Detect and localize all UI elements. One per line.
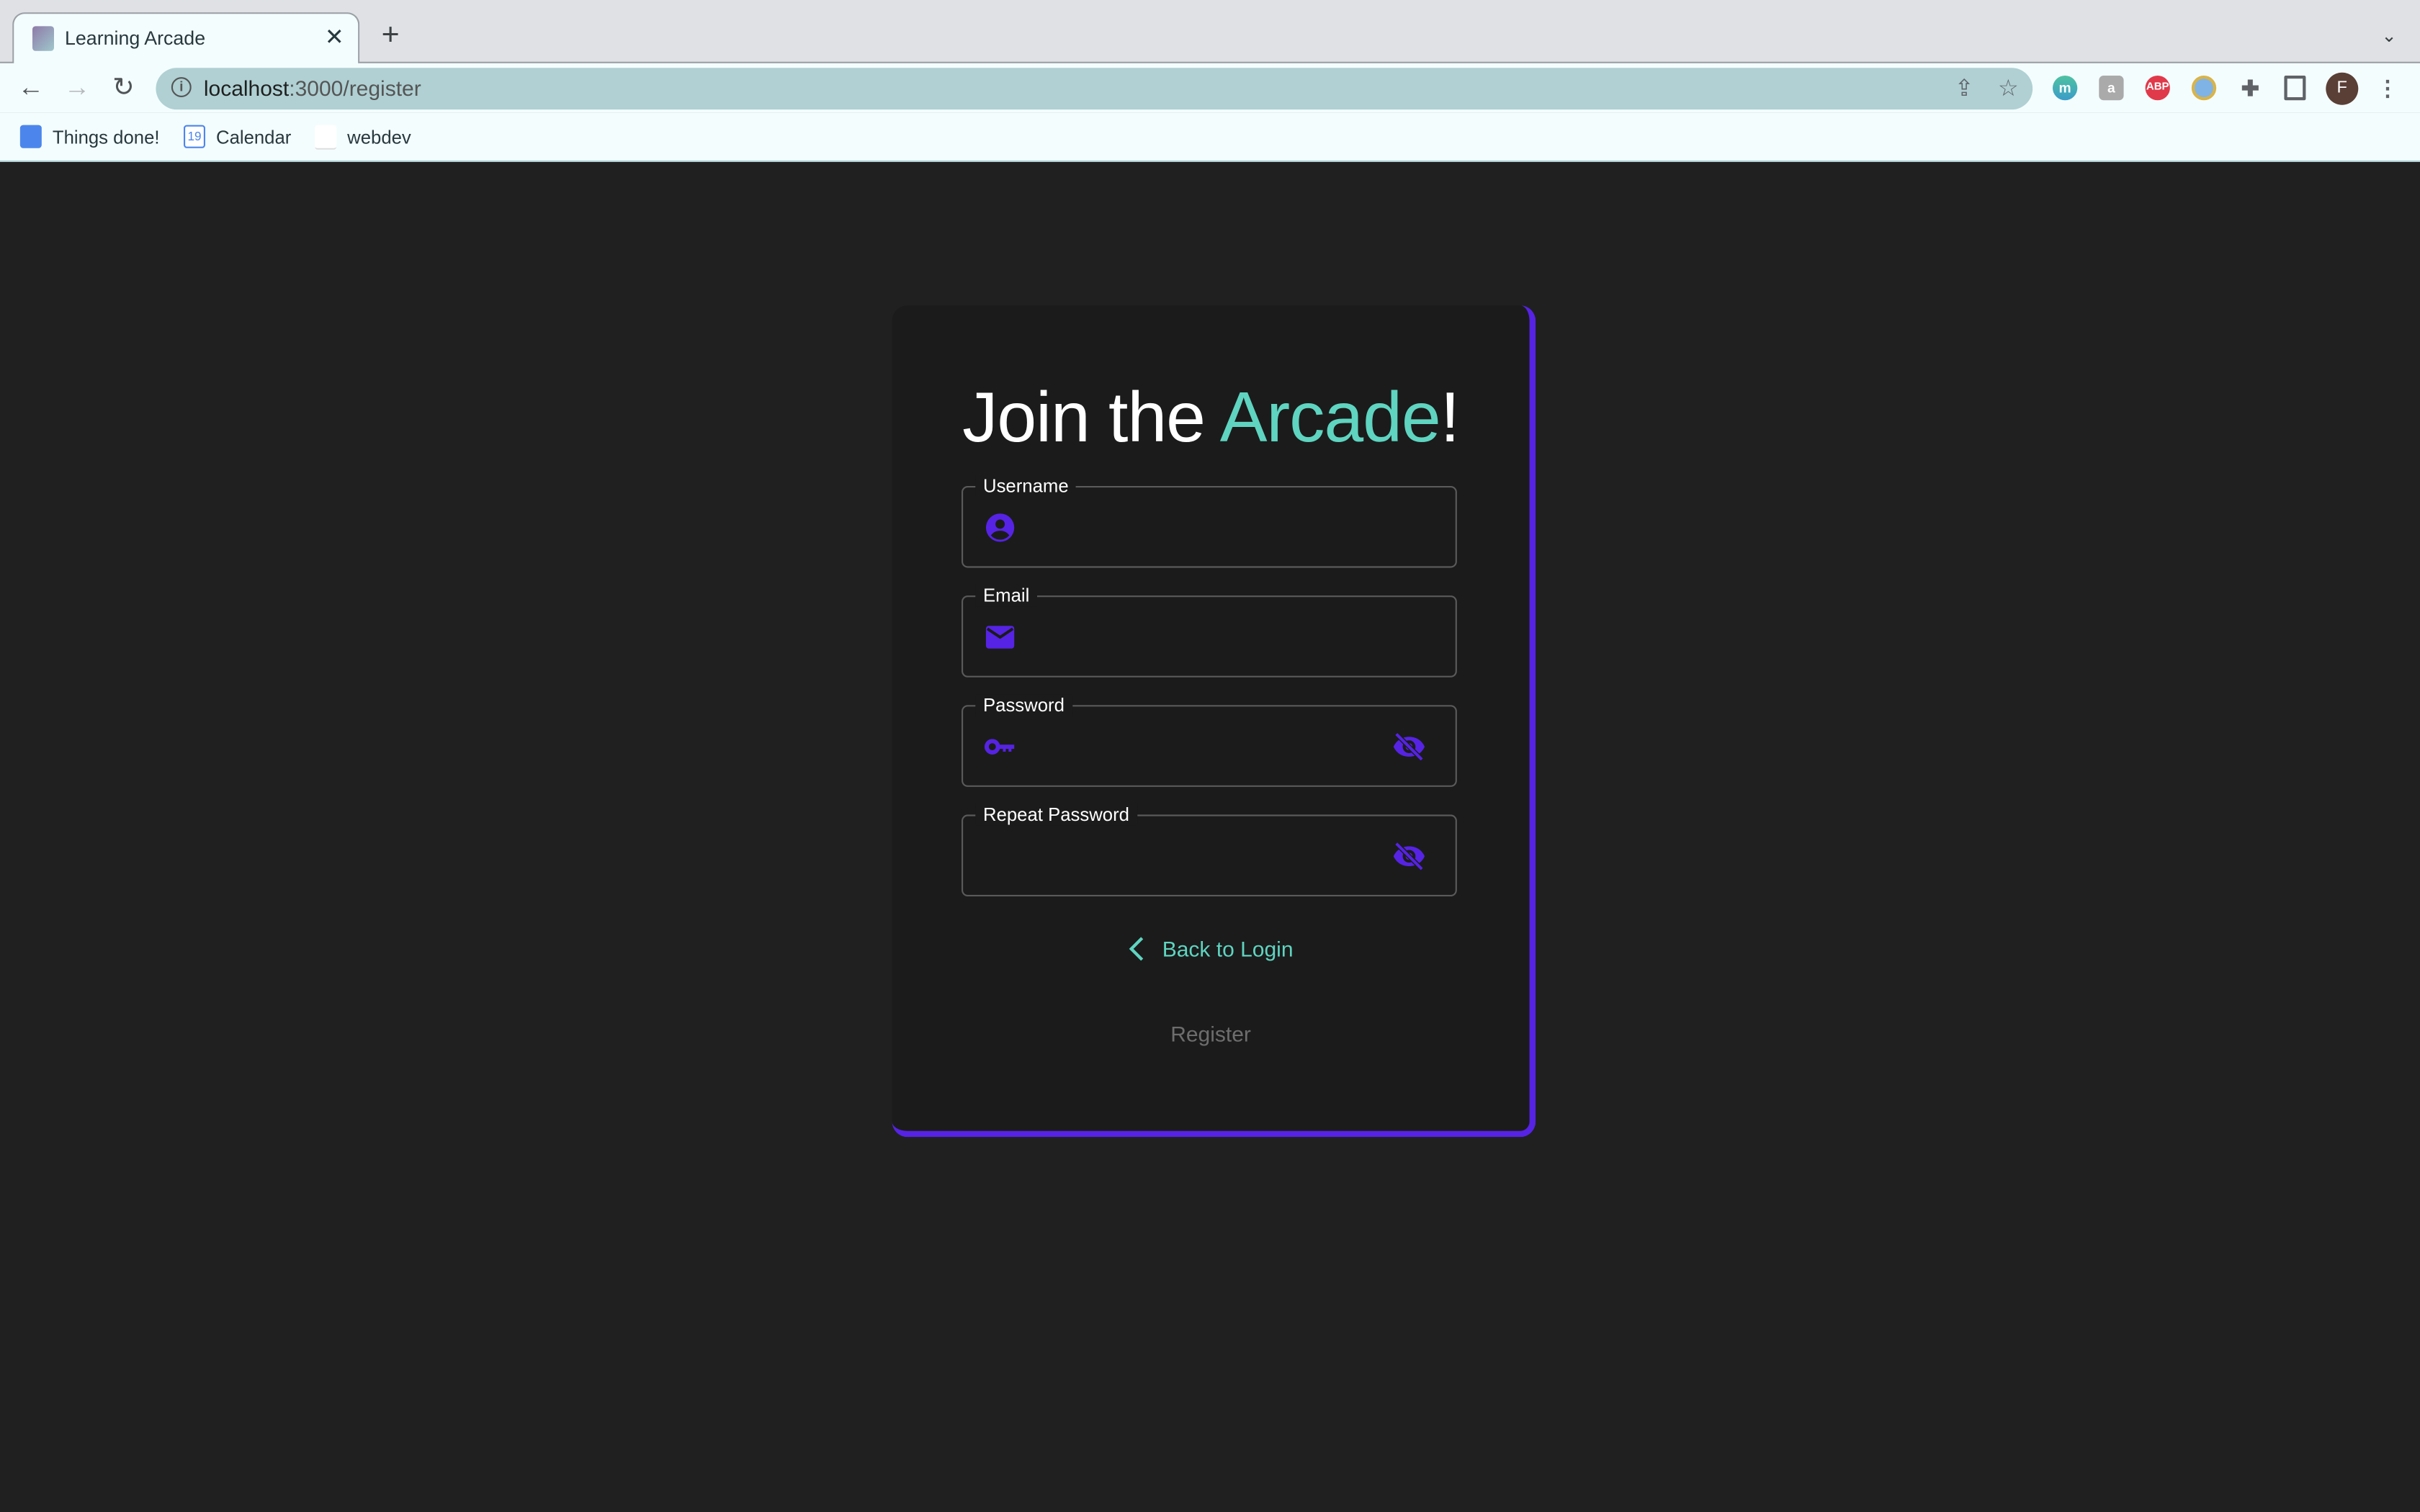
bookmark-webdev[interactable]: webdev [315, 125, 411, 150]
bookmark-label: Calendar [216, 125, 292, 148]
bookmarks-bar: Things done! 19 Calendar webdev [0, 112, 2420, 162]
page-title: Join the Arcade! [892, 375, 1530, 459]
bookmark-things-done[interactable]: Things done! [19, 125, 160, 148]
tab-title: Learning Arcade [65, 27, 206, 50]
url-path: :3000/register [289, 76, 421, 101]
back-arrow-icon[interactable]: ← [14, 71, 48, 105]
close-tab-icon[interactable]: ✕ [325, 23, 344, 50]
visibility-off-icon[interactable] [1392, 730, 1426, 764]
extension-m-icon[interactable]: m [2053, 76, 2078, 101]
alarm-clock-icon[interactable] [2191, 76, 2217, 101]
back-to-login-link[interactable]: Back to Login [892, 937, 1530, 961]
account-circle-icon [985, 513, 1015, 542]
visibility-off-icon[interactable] [1392, 840, 1426, 873]
title-prefix: Join the [962, 376, 1220, 457]
favicon-icon [32, 26, 54, 51]
title-suffix: ! [1440, 376, 1460, 457]
password-label: Password [975, 694, 1072, 716]
tab-learning-arcade[interactable]: Learning Arcade ✕ [12, 12, 360, 66]
chevron-left-icon [1129, 937, 1144, 961]
title-accent: Arcade [1219, 376, 1441, 457]
email-input[interactable] [1031, 612, 1377, 662]
profile-avatar[interactable]: F [2326, 72, 2359, 105]
email-field[interactable]: Email [962, 585, 1457, 678]
extensions-puzzle-icon[interactable]: ✚ [2238, 76, 2262, 100]
username-input[interactable] [1031, 503, 1377, 553]
docs-icon [19, 125, 42, 148]
bookmark-star-icon[interactable]: ☆ [1998, 74, 2019, 102]
back-to-login-label: Back to Login [1162, 936, 1294, 961]
username-label: Username [975, 475, 1077, 497]
site-info-icon[interactable]: i [171, 77, 192, 97]
mail-icon [985, 626, 1015, 649]
password-input[interactable] [1031, 721, 1377, 772]
new-tab-button[interactable]: + [375, 19, 406, 53]
forward-arrow-icon[interactable]: → [60, 71, 94, 105]
username-field[interactable]: Username [962, 475, 1457, 568]
reload-icon[interactable]: ↻ [107, 71, 140, 105]
bookmark-label: webdev [347, 126, 411, 148]
url-host: localhost [203, 76, 290, 101]
repeat-password-input[interactable] [985, 832, 1377, 881]
tab-search-chevron-icon[interactable]: ⌄ [2374, 19, 2405, 53]
reading-list-icon[interactable] [2284, 76, 2306, 101]
repeat-password-label: Repeat Password [975, 804, 1137, 826]
bookmark-label: Things done! [52, 125, 160, 148]
repeat-password-field[interactable]: Repeat Password [962, 804, 1457, 896]
tab-strip: Learning Arcade ✕ + ⌄ [0, 0, 2420, 66]
address-bar[interactable]: i localhost:3000/register ⇪ ☆ [156, 68, 2033, 110]
bookmark-calendar[interactable]: 19 Calendar [183, 125, 292, 148]
email-label: Email [975, 585, 1038, 607]
browser-toolbar: ← → ↻ i localhost:3000/register ⇪ ☆ m a … [0, 63, 2420, 113]
extension-a-icon[interactable]: a [2099, 76, 2124, 101]
folder-icon [315, 125, 337, 150]
adblock-icon[interactable]: ABP [2145, 76, 2170, 101]
key-icon [984, 739, 1015, 755]
password-field[interactable]: Password [962, 694, 1457, 787]
share-icon[interactable]: ⇪ [1955, 74, 1974, 102]
register-button[interactable]: Register [892, 1020, 1530, 1048]
register-card: Join the Arcade! Username Email Password… [892, 305, 1536, 1138]
menu-kebab-icon[interactable]: ⋮ [2375, 76, 2400, 100]
calendar-icon: 19 [183, 125, 205, 148]
